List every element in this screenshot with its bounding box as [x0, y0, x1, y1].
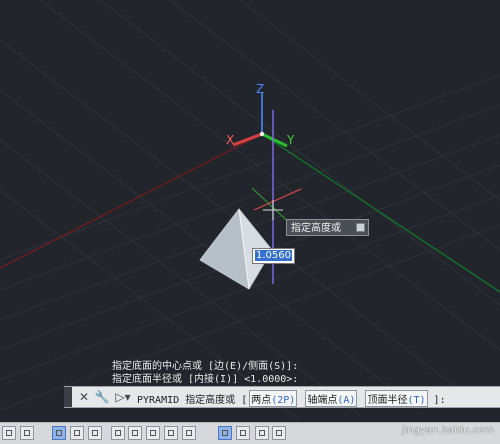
command-tail: ]:: [433, 395, 446, 406]
status-lineweight-icon[interactable]: [182, 426, 196, 440]
command-option-two-point[interactable]: 两点(2P): [249, 390, 298, 407]
command-line[interactable]: ✕ 🔧 ▷▾ PYRAMID 指定高度或 [两点(2P) 轴端点(A) 顶面半径…: [64, 386, 500, 408]
status-grid-icon[interactable]: [2, 426, 16, 440]
command-prompt-text: PYRAMID 指定高度或 [两点(2P) 轴端点(A) 顶面半径(T) ]:: [137, 390, 446, 407]
wrench-icon[interactable]: 🔧: [94, 389, 110, 405]
status-polar-icon[interactable]: [88, 426, 102, 440]
watermark: jingyan.baidu.com: [401, 425, 494, 436]
command-option-axis-endpoint[interactable]: 轴端点(A): [305, 390, 358, 407]
command-option-top-radius[interactable]: 顶面半径(T): [365, 390, 428, 407]
history-line: 指定底面半径或 [内接(I)] <1.0000>:: [112, 374, 299, 385]
status-otrack-icon[interactable]: [128, 426, 142, 440]
history-line: 指定底面的中心点或 [边(E)/侧面(S)]:: [112, 361, 299, 372]
status-qp-icon[interactable]: [218, 426, 232, 440]
dynamic-prompt-tooltip: 指定高度或: [286, 219, 369, 236]
close-icon[interactable]: ✕: [76, 389, 92, 405]
app-window: Z X Y 指定高度或 1.0560 指定底面的中心点或 [边(E)/侧面(S)…: [0, 0, 500, 444]
status-snap-icon[interactable]: [20, 426, 34, 440]
status-dynamic-input-icon[interactable]: [164, 426, 178, 440]
tooltip-options-icon[interactable]: [356, 223, 365, 232]
status-selection-cycling-icon[interactable]: [236, 426, 250, 440]
dynamic-height-input[interactable]: 1.0560: [252, 248, 295, 264]
drag-handle[interactable]: [64, 387, 72, 407]
tooltip-label: 指定高度或: [291, 223, 341, 234]
status-ortho-icon[interactable]: [70, 426, 84, 440]
command-prompt-icon[interactable]: ▷▾: [114, 389, 132, 405]
axis-label-z: Z: [256, 82, 264, 96]
command-history: 指定底面的中心点或 [边(E)/侧面(S)]: 指定底面半径或 [内接(I)] …: [112, 360, 342, 386]
status-annotation-icon[interactable]: [255, 426, 269, 440]
status-grid-display-icon[interactable]: [52, 426, 66, 440]
status-osnap-icon[interactable]: [111, 426, 125, 440]
axis-label-y: Y: [286, 133, 295, 147]
dynamic-height-value: 1.0560: [255, 250, 292, 261]
command-prompt: 指定高度或 [: [185, 395, 248, 406]
status-workspace-icon[interactable]: [272, 426, 286, 440]
axis-label-x: X: [226, 133, 234, 147]
command-name: PYRAMID: [137, 395, 180, 406]
status-dynamic-ucs-icon[interactable]: [146, 426, 160, 440]
